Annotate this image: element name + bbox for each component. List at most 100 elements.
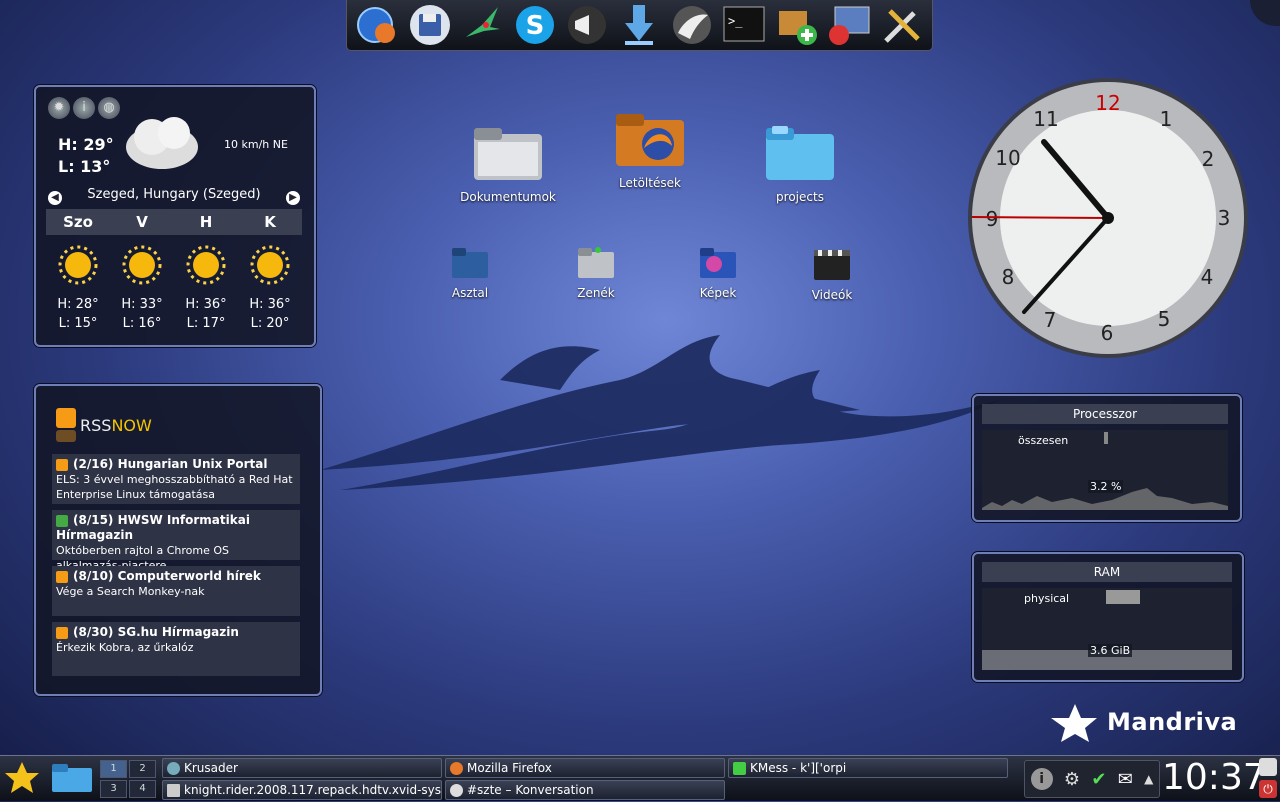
sun-icon bbox=[186, 245, 226, 285]
folder-icon bbox=[52, 764, 92, 792]
rss-item[interactable]: (8/15) HWSW Informatikai Hírmagazin Októ… bbox=[52, 510, 300, 572]
desktop-toolbox-button[interactable] bbox=[1250, 0, 1280, 26]
terminal-icon[interactable]: >_ bbox=[720, 2, 768, 48]
desktop-icon-kepek[interactable]: Képek bbox=[658, 246, 778, 300]
desktop-icon-label: Letöltések bbox=[619, 176, 681, 190]
file-manager-button[interactable] bbox=[50, 762, 94, 794]
feed-icon bbox=[56, 626, 68, 639]
desktop-4[interactable]: 4 bbox=[129, 780, 156, 798]
next-location-button[interactable]: ▶ bbox=[286, 191, 300, 205]
tools-icon[interactable] bbox=[878, 2, 926, 48]
krusader-icon bbox=[167, 761, 180, 775]
forecast-days-header: Szo V H K bbox=[46, 209, 302, 235]
globe-icon[interactable]: ◍ bbox=[98, 97, 120, 119]
desktop-folder-icon bbox=[452, 248, 488, 278]
forecast-day: H: 36° L: 20° bbox=[238, 245, 302, 333]
svg-text:11: 11 bbox=[1033, 107, 1058, 131]
weather-widget[interactable]: ✹ i ◍ H: 29° L: 13° 10 km/h NE ◀ Szeged,… bbox=[34, 85, 316, 347]
video-file-icon bbox=[167, 783, 180, 797]
rss-item-title: (8/10) Computerworld hírek bbox=[73, 569, 261, 583]
clock-time[interactable]: 10:37 bbox=[1162, 757, 1266, 799]
forecast-high: H: 36° bbox=[249, 297, 291, 312]
svg-text:5: 5 bbox=[1158, 307, 1171, 331]
kickoff-launcher-button[interactable] bbox=[2, 758, 44, 798]
settings-icon[interactable]: ✹ bbox=[48, 97, 70, 119]
wallpaper-dolphins bbox=[320, 335, 1000, 490]
virtual-desktop-pager[interactable]: 1 2 3 4 bbox=[100, 760, 156, 798]
forecast-day: H: 33° L: 16° bbox=[110, 245, 174, 333]
desktop-icon-videok[interactable]: Videók bbox=[772, 248, 892, 302]
analog-clock-widget: 12 1 2 3 4 5 6 7 8 9 10 11 bbox=[968, 78, 1248, 358]
firefox-folder-icon bbox=[616, 114, 684, 166]
task-kmess[interactable]: KMess - k']['orpi bbox=[728, 758, 1008, 778]
desktop-icon-projects[interactable]: projects bbox=[740, 124, 860, 204]
megaphone-icon[interactable] bbox=[563, 2, 611, 48]
skype-icon[interactable]: S bbox=[511, 2, 559, 48]
rss-item[interactable]: (8/10) Computerworld hírek Vége a Search… bbox=[52, 566, 300, 616]
desktop-icon-label: Asztal bbox=[451, 286, 489, 300]
rss-item[interactable]: (2/16) Hungarian Unix Portal ELS: 3 évve… bbox=[52, 454, 300, 504]
logout-icon[interactable]: ⏻ bbox=[1259, 780, 1277, 798]
rss-item[interactable]: (8/30) SG.hu Hírmagazin Érkezik Kobra, a… bbox=[52, 622, 300, 676]
weather-location: Szeged, Hungary (Szeged) bbox=[87, 187, 261, 202]
desktop-3[interactable]: 3 bbox=[100, 780, 127, 798]
desktop-icon-zenek[interactable]: Zenék bbox=[536, 246, 656, 300]
pictures-folder-icon bbox=[700, 248, 736, 278]
download-arrow-icon[interactable] bbox=[615, 2, 663, 48]
desktop-2[interactable]: 2 bbox=[129, 760, 156, 778]
info-icon[interactable]: i bbox=[73, 97, 95, 119]
package-add-icon[interactable] bbox=[773, 2, 821, 48]
desktop-icon-label: Dokumentumok bbox=[460, 190, 556, 204]
task-video[interactable]: knight.rider.2008.117.repack.hdtv.xvid-s… bbox=[162, 780, 442, 800]
task-krusader[interactable]: Krusader bbox=[162, 758, 442, 778]
desktop-1[interactable]: 1 bbox=[100, 760, 127, 778]
forecast-high: H: 28° bbox=[57, 297, 99, 312]
forecast-low: L: 16° bbox=[122, 316, 162, 331]
rss-news-widget: RSSNOW (2/16) Hungarian Unix Portal ELS:… bbox=[34, 384, 322, 696]
cpu-history-graph bbox=[982, 488, 1228, 510]
sun-icon bbox=[250, 245, 290, 285]
rss-item-text: Érkezik Kobra, az űrkalóz bbox=[56, 641, 194, 654]
forecast-day: H: 28° L: 15° bbox=[46, 245, 110, 333]
kmess-icon bbox=[733, 761, 746, 775]
floppy-disk-icon[interactable] bbox=[406, 2, 454, 48]
taskbar: 1 2 3 4 Krusader knight.rider.2008.117.r… bbox=[0, 755, 1280, 801]
svg-text:12: 12 bbox=[1095, 91, 1120, 115]
feed-icon bbox=[56, 458, 68, 471]
task-konversation[interactable]: #szte – Konversation bbox=[445, 780, 725, 800]
svg-text:4: 4 bbox=[1201, 265, 1214, 289]
top-launcher-panel: S >_ bbox=[346, 0, 933, 51]
desktop-icon-label: Képek bbox=[699, 286, 737, 300]
rss-feed-icon bbox=[56, 408, 76, 442]
wind-speed: 10 km/h NE bbox=[224, 138, 288, 151]
info-icon[interactable]: i bbox=[1030, 768, 1053, 790]
mandriva-logo: Mandriva bbox=[1045, 702, 1237, 742]
sun-icon bbox=[122, 245, 162, 285]
folder-icon bbox=[766, 126, 834, 180]
desktop-icon-letoltesek[interactable]: Letöltések bbox=[590, 110, 710, 190]
monitor-settings-icon[interactable] bbox=[825, 2, 873, 48]
desktop-icon-asztal[interactable]: Asztal bbox=[410, 246, 530, 300]
desktop-icon-dokumentumok[interactable]: Dokumentumok bbox=[448, 124, 568, 204]
lock-icon[interactable] bbox=[1259, 758, 1277, 776]
cpu-percent: 3.2 % bbox=[1088, 480, 1124, 493]
brand-name: Mandriva bbox=[1107, 708, 1238, 736]
desktop-icon-label: Videók bbox=[811, 288, 853, 302]
browser-globe-icon[interactable] bbox=[353, 2, 401, 48]
kmess-tray-icon[interactable]: ✔ bbox=[1091, 769, 1106, 790]
rss-item-text: ELS: 3 évvel meghosszabbítható a Red Hat… bbox=[56, 473, 293, 501]
mail-icon[interactable]: ✉ bbox=[1118, 769, 1133, 790]
ram-label: physical bbox=[1024, 592, 1070, 605]
svg-text:8: 8 bbox=[1002, 265, 1015, 289]
network-icon[interactable]: ⚙ bbox=[1064, 769, 1080, 790]
system-tray: i ⚙ ✔ ✉ ▲ bbox=[1024, 760, 1160, 798]
hummingbird-icon[interactable] bbox=[458, 2, 506, 48]
cpu-graph: összesen 3.2 % bbox=[982, 430, 1228, 510]
dolphin-app-icon[interactable] bbox=[668, 2, 716, 48]
expand-tray-icon[interactable]: ▲ bbox=[1144, 772, 1153, 786]
task-firefox[interactable]: Mozilla Firefox bbox=[445, 758, 725, 778]
ram-bar bbox=[1106, 590, 1140, 604]
forecast-row: H: 28° L: 15° H: 33° L: 16° H: 36° L: 17… bbox=[46, 245, 302, 333]
task-label: Krusader bbox=[184, 761, 238, 775]
ram-title: RAM bbox=[982, 562, 1232, 582]
